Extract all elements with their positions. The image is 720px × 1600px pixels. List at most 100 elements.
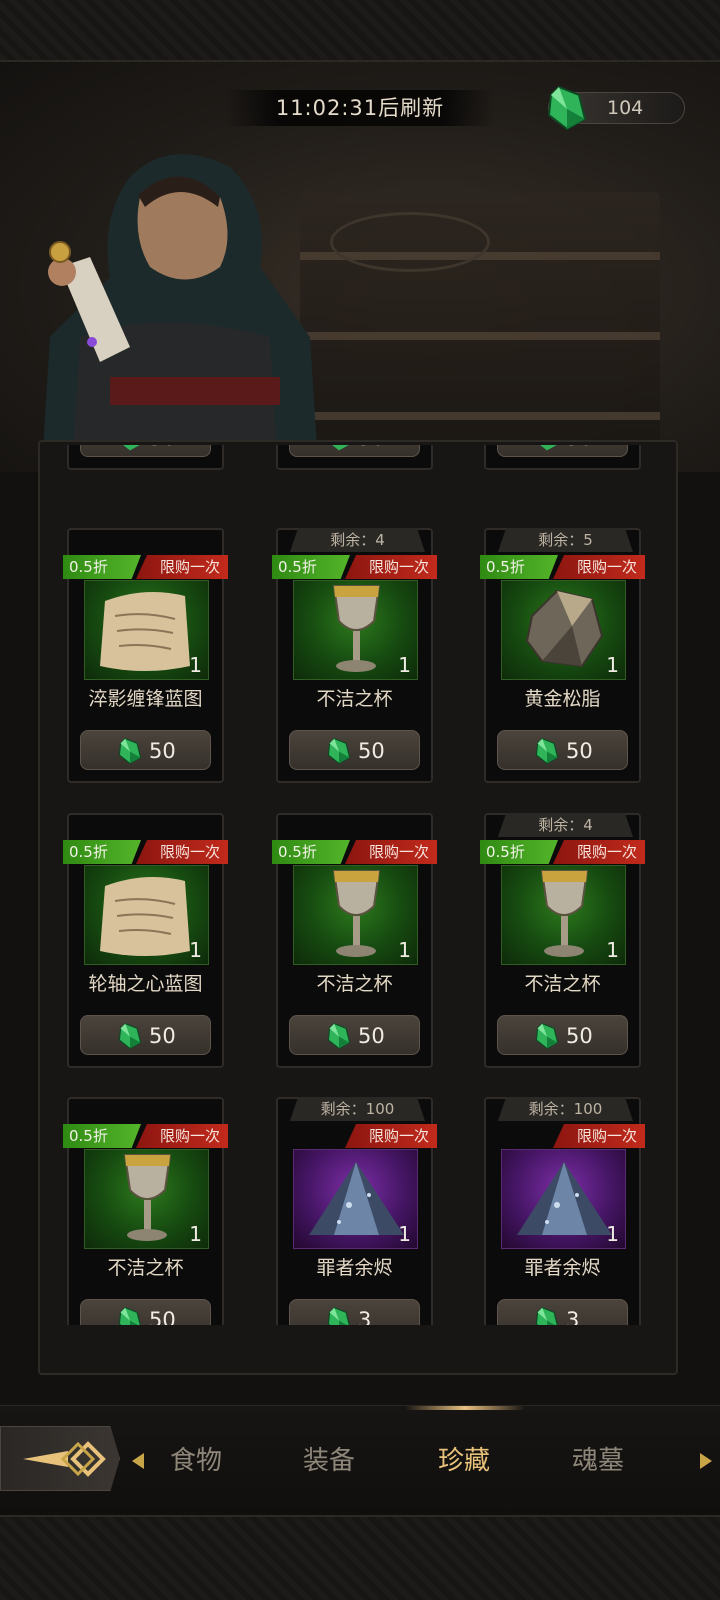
purchase-limit-tag: 限购一次 (553, 1124, 645, 1148)
item-name: 罪者余烬 (316, 1257, 393, 1279)
item-name: 淬影缠锋蓝图 (88, 688, 203, 710)
item-quantity: 1 (398, 1222, 411, 1246)
price-button[interactable]: 50 (80, 730, 211, 770)
tab-treasure[interactable]: 珍藏 (438, 1441, 490, 1481)
item-image: 1 (84, 580, 209, 680)
price-button[interactable]: 50 (289, 1015, 420, 1055)
remaining-count: 剩余：4 (290, 528, 425, 552)
purchase-limit-tag: 限购一次 (345, 840, 437, 864)
item-card[interactable]: 剩余：4 0.5折 限购一次 1 不洁之杯 50 (480, 813, 645, 1068)
tab-soul-tomb[interactable]: 魂墓 (572, 1441, 624, 1481)
tab-scroll-left-icon[interactable] (132, 1453, 144, 1469)
discount-tag: 0.5折 (63, 555, 141, 579)
item-quantity: 1 (606, 653, 619, 677)
tab-equipment[interactable]: 装备 (303, 1441, 355, 1481)
tab-bar: 食物 装备 珍藏 魂墓 (0, 1405, 720, 1515)
bottom-frame (0, 1515, 720, 1600)
item-image: 1 (84, 1149, 209, 1249)
price-value: 50 (566, 445, 593, 458)
item-name: 黄金松脂 (524, 688, 601, 710)
remaining-count: 剩余：100 (290, 1097, 425, 1121)
price-value: 50 (149, 739, 176, 763)
purchase-limit-tag: 限购一次 (345, 1124, 437, 1148)
green-gem-icon (535, 1022, 559, 1050)
price-value: 3 (358, 1308, 372, 1325)
item-image: 1 (501, 580, 626, 680)
active-tab-glow (405, 1406, 525, 1410)
item-image: 1 (501, 1149, 626, 1249)
price-button[interactable]: 50 (80, 445, 211, 457)
item-card[interactable]: 剩余：4 0.5折 限购一次 1 不洁之杯 50 (272, 528, 437, 783)
purchase-limit-tag: 限购一次 (136, 1124, 228, 1148)
remaining-count: 剩余：4 (498, 813, 633, 837)
chandelier-decoration (330, 212, 490, 272)
item-quantity: 1 (606, 938, 619, 962)
item-name: 不洁之杯 (316, 973, 393, 995)
price-button[interactable]: 50 (289, 445, 420, 457)
price-value: 50 (358, 739, 385, 763)
top-frame (0, 0, 720, 62)
green-gem-icon (123, 445, 140, 451)
price-value: 50 (358, 445, 385, 458)
tab-food[interactable]: 食物 (170, 1441, 222, 1481)
currency-amount: 104 (607, 97, 644, 119)
item-card[interactable]: 0.5折 限购一次 1 轮轴之心蓝图 50 (63, 813, 228, 1068)
item-quantity: 1 (398, 938, 411, 962)
green-gem-icon (327, 1306, 350, 1325)
green-gem-icon (327, 1022, 351, 1050)
price-value: 50 (149, 1024, 176, 1048)
price-button[interactable]: 50 (80, 1015, 211, 1055)
back-button[interactable] (0, 1426, 120, 1491)
price-button[interactable]: 50 (497, 1015, 628, 1055)
item-grid[interactable]: 50 50 50 0.5折限购一次1淬影缠锋蓝图50剩余：40.5折限购一次1不… (40, 445, 680, 1325)
item-quantity: 1 (189, 1222, 202, 1246)
item-image: 1 (293, 1149, 418, 1249)
green-gem-icon (332, 445, 349, 451)
item-card[interactable]: 50 (276, 445, 433, 470)
price-button[interactable]: 50 (289, 730, 420, 770)
price-button[interactable]: 50 (80, 1299, 211, 1325)
purchase-limit-tag: 限购一次 (136, 840, 228, 864)
item-image: 1 (293, 580, 418, 680)
price-button[interactable]: 50 (497, 730, 628, 770)
green-gem-icon (327, 737, 351, 765)
purchase-limit-tag: 限购一次 (136, 555, 228, 579)
item-card[interactable]: 0.5折 限购一次 1 不洁之杯 50 (272, 813, 437, 1068)
item-card[interactable]: 50 (67, 445, 224, 470)
shop-header: 11:02:31后刷新 104 (0, 62, 720, 472)
price-value: 3 (566, 1308, 580, 1325)
purchase-limit-tag: 限购一次 (553, 840, 645, 864)
item-card[interactable]: 50 (484, 445, 641, 470)
item-image: 1 (501, 865, 626, 965)
price-button[interactable]: 3 (289, 1299, 420, 1325)
tab-scroll-right-icon[interactable] (700, 1453, 712, 1469)
item-card[interactable]: 剩余：100 限购一次 1 罪者余烬 3 (276, 1097, 437, 1325)
price-value: 50 (149, 445, 176, 458)
purchase-limit-tag: 限购一次 (345, 555, 437, 579)
price-value: 50 (149, 1308, 176, 1325)
item-quantity: 1 (189, 938, 202, 962)
item-name: 罪者余烬 (524, 1257, 601, 1279)
remaining-count: 剩余：100 (498, 1097, 633, 1121)
price-button[interactable]: 50 (497, 445, 628, 457)
item-card[interactable]: 剩余：5 0.5折 限购一次 1 黄金松脂 50 (480, 528, 645, 783)
green-gem-icon (535, 737, 559, 765)
green-gem-icon (547, 85, 587, 131)
item-name: 不洁之杯 (524, 973, 601, 995)
currency-display[interactable]: 104 (547, 85, 685, 131)
item-quantity: 1 (398, 653, 411, 677)
discount-tag: 0.5折 (63, 840, 141, 864)
refresh-timer: 11:02:31后刷新 (225, 90, 495, 126)
item-card[interactable]: 0.5折 限购一次 1 不洁之杯 50 (63, 1097, 228, 1325)
item-card[interactable]: 0.5折 限购一次 1 淬影缠锋蓝图 50 (63, 528, 228, 783)
merchant-portrait (41, 154, 319, 472)
price-value: 50 (566, 739, 593, 763)
price-button[interactable]: 3 (497, 1299, 628, 1325)
item-quantity: 1 (189, 653, 202, 677)
purchase-limit-tag: 限购一次 (553, 555, 645, 579)
item-image: 1 (84, 865, 209, 965)
item-name: 不洁之杯 (316, 688, 393, 710)
green-gem-icon (118, 1306, 141, 1325)
item-card[interactable]: 剩余：100 限购一次 1 罪者余烬 3 (484, 1097, 645, 1325)
item-name: 轮轴之心蓝图 (88, 973, 203, 995)
